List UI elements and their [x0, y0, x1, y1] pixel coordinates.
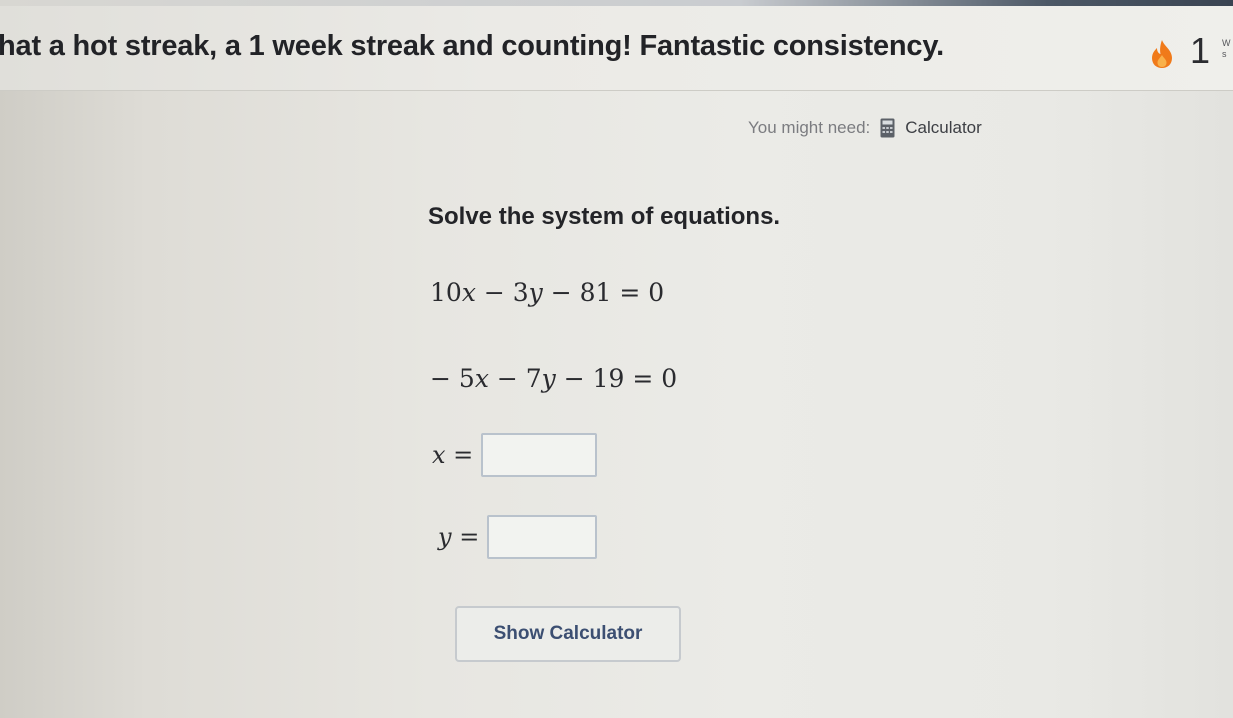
answer-y-input[interactable]: [487, 515, 598, 559]
equation-2: − 5x − 7y − 19 = 0: [430, 364, 678, 393]
answer-y-label: y =: [438, 523, 480, 551]
streak-count: 1: [1190, 30, 1211, 71]
flame-icon: [1152, 40, 1172, 68]
equation-1: 10x − 3y − 81 = 0: [430, 278, 665, 307]
calculator-link[interactable]: Calculator: [905, 118, 982, 138]
question-prompt: Solve the system of equations.: [428, 203, 781, 230]
streak-sub-label: W s: [1222, 38, 1231, 59]
answer-x-input[interactable]: [481, 433, 598, 477]
tools-prompt: You might need:: [748, 118, 871, 137]
answer-x-label: x =: [432, 441, 474, 469]
show-calculator-button[interactable]: Show Calculator: [455, 606, 681, 662]
calculator-icon[interactable]: [880, 118, 895, 138]
streak-banner: hat a hot streak, a 1 week streak and co…: [0, 6, 1233, 91]
streak-message: hat a hot streak, a 1 week streak and co…: [0, 30, 944, 62]
tools-row: You might need: Calculator: [748, 118, 982, 138]
answer-y-row: y =: [438, 515, 598, 559]
answer-x-row: x =: [432, 433, 598, 477]
